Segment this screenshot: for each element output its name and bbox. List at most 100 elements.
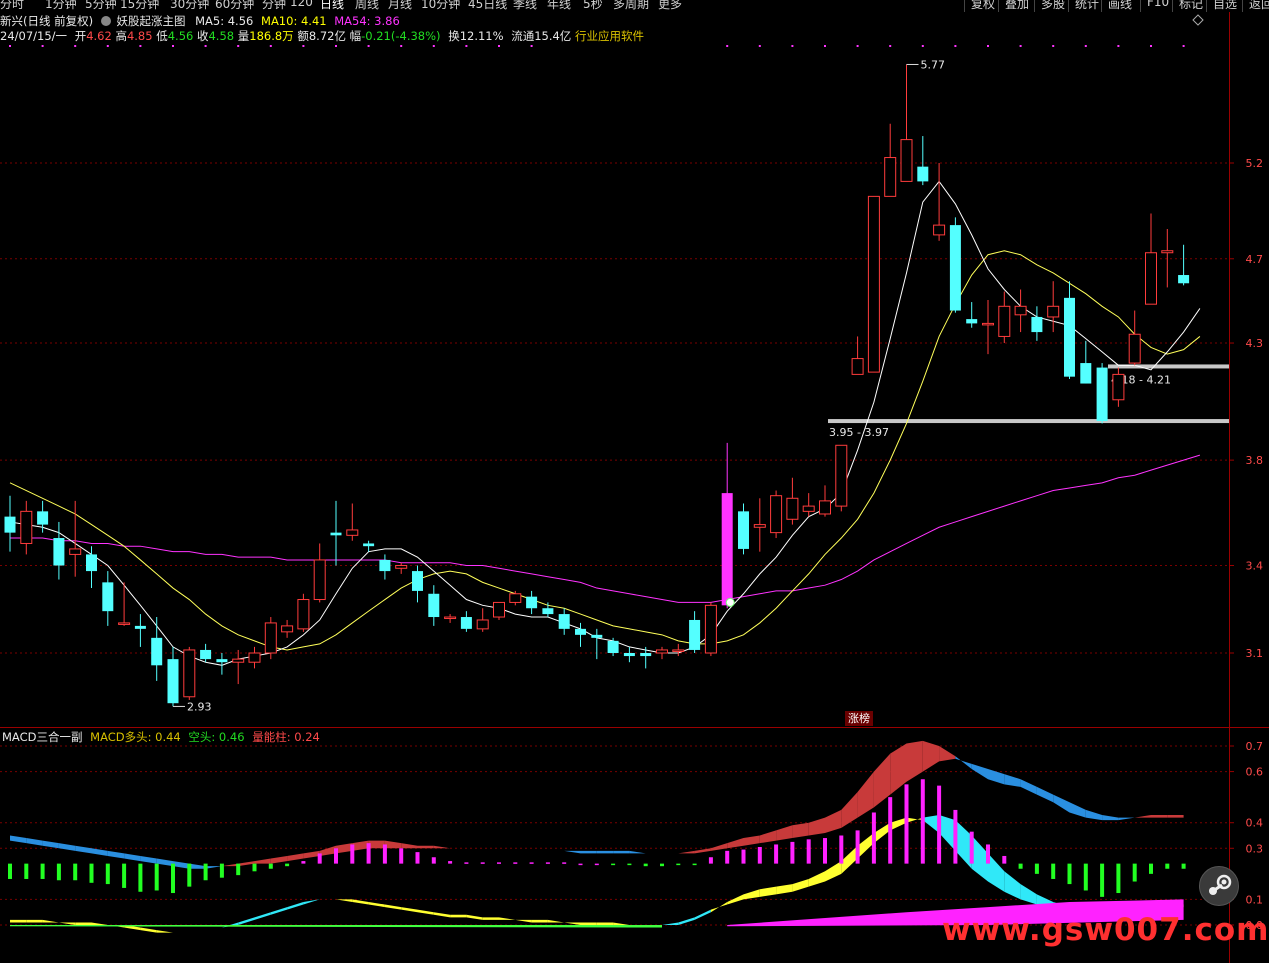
candle-body[interactable]: [1096, 367, 1108, 422]
candle-body[interactable]: [835, 444, 848, 507]
candle-body[interactable]: [1031, 316, 1043, 333]
energy-band: [890, 817, 907, 831]
candle-body[interactable]: [851, 358, 864, 375]
kline-chart[interactable]: 5.24.74.33.83.43.10.70.60.40.30.10.04.18…: [0, 0, 1269, 963]
candle-body[interactable]: [428, 593, 440, 618]
candle-body[interactable]: [346, 529, 359, 536]
macd-band: [91, 848, 108, 856]
candle-body[interactable]: [363, 543, 375, 547]
candle-body[interactable]: [933, 224, 946, 236]
expand-icon[interactable]: [1192, 14, 1204, 26]
macd-band: [173, 861, 190, 869]
sub-title[interactable]: MACD三合一副: [2, 730, 82, 744]
candle-body[interactable]: [200, 649, 212, 660]
candle-body[interactable]: [118, 622, 131, 625]
candle-body[interactable]: [1161, 250, 1174, 254]
candle-body[interactable]: [1112, 373, 1125, 401]
macd-band: [580, 850, 597, 854]
candle-body[interactable]: [656, 649, 668, 654]
candle-body[interactable]: [395, 564, 408, 569]
candle-body[interactable]: [493, 601, 505, 618]
candle-body[interactable]: [69, 548, 82, 555]
macd-histogram-bar: [334, 848, 338, 864]
candle-body[interactable]: [542, 608, 554, 615]
candle-body[interactable]: [591, 634, 603, 638]
candle-body[interactable]: [607, 640, 619, 653]
candle-body[interactable]: [20, 510, 33, 544]
energy-band: [841, 845, 858, 874]
candle-body[interactable]: [1128, 333, 1141, 364]
candle-body[interactable]: [558, 614, 570, 629]
candle-body[interactable]: [134, 625, 146, 629]
macd-histogram-bar: [823, 838, 827, 864]
candle-body[interactable]: [412, 571, 423, 591]
candle-body[interactable]: [248, 652, 261, 663]
candle-body[interactable]: [526, 596, 538, 609]
macd-histogram-bar: [236, 863, 241, 876]
candle-body[interactable]: [704, 604, 717, 654]
candle-body[interactable]: [802, 505, 815, 512]
sub-tick-label: 0.6: [1246, 766, 1264, 779]
candle-body[interactable]: [900, 139, 913, 182]
candle-body[interactable]: [917, 166, 929, 182]
candle-body[interactable]: [232, 658, 245, 663]
energy-band: [450, 914, 467, 918]
macd-histogram-bar: [1181, 863, 1186, 869]
candle-body[interactable]: [786, 497, 799, 520]
candle-body[interactable]: [102, 582, 114, 612]
steam-icon[interactable]: [1199, 866, 1239, 906]
candle-body[interactable]: [379, 559, 391, 572]
candle-body[interactable]: [689, 619, 701, 650]
candle-body[interactable]: [819, 500, 831, 515]
candle-body[interactable]: [53, 538, 65, 566]
candle-body[interactable]: [330, 532, 342, 536]
candle-body[interactable]: [216, 659, 228, 663]
candle-body[interactable]: [1080, 363, 1092, 384]
candle-body[interactable]: [966, 319, 978, 324]
candle-body[interactable]: [721, 493, 733, 606]
candle-body[interactable]: [37, 511, 49, 525]
candle-body[interactable]: [4, 516, 16, 533]
energy-band: [42, 919, 59, 923]
candle-body[interactable]: [460, 617, 472, 629]
candle-body[interactable]: [167, 659, 179, 704]
macd-histogram-bar: [122, 863, 127, 888]
candle-body[interactable]: [444, 616, 457, 620]
candle-body[interactable]: [281, 625, 294, 633]
macd-band: [336, 843, 353, 854]
candle-body[interactable]: [1178, 275, 1190, 284]
candle-body[interactable]: [313, 559, 326, 601]
candle-body[interactable]: [998, 305, 1011, 337]
candle-body[interactable]: [753, 524, 766, 528]
candle-body[interactable]: [264, 622, 277, 654]
candle-body[interactable]: [867, 195, 880, 373]
candle-body[interactable]: [575, 628, 586, 635]
candle-body[interactable]: [476, 619, 489, 630]
energy-band: [384, 904, 402, 910]
macd-band: [792, 822, 809, 839]
energy-band: [368, 901, 385, 908]
macd-band: [939, 746, 956, 762]
candle-body[interactable]: [1145, 252, 1157, 305]
candle-body[interactable]: [982, 322, 994, 326]
candle-body[interactable]: [86, 554, 97, 572]
candle-body[interactable]: [151, 637, 163, 666]
candle-body[interactable]: [1064, 297, 1075, 377]
candle-body[interactable]: [297, 599, 310, 630]
candle-body[interactable]: [623, 653, 635, 657]
candle-body[interactable]: [1047, 305, 1060, 318]
macd-histogram-bar: [986, 844, 990, 864]
macd-band: [189, 863, 206, 869]
macd-histogram-bar: [105, 863, 110, 885]
candle-body[interactable]: [183, 649, 196, 698]
candle-body[interactable]: [509, 593, 522, 603]
candle-body[interactable]: [672, 649, 685, 652]
candle-body[interactable]: [738, 511, 749, 549]
candle-body[interactable]: [1014, 305, 1027, 316]
candle-body[interactable]: [949, 225, 961, 311]
candle-body[interactable]: [640, 653, 652, 657]
macd-histogram-bar: [399, 848, 404, 864]
candle-body[interactable]: [770, 495, 783, 534]
signal-dot: [726, 45, 729, 47]
candle-body[interactable]: [884, 157, 897, 197]
